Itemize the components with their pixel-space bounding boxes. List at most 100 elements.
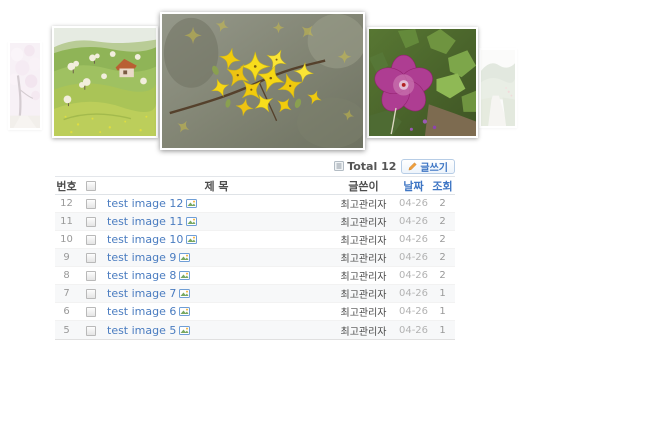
row-number: 7 [63, 288, 70, 299]
pencil-icon [408, 161, 417, 171]
carousel-image-purple-geranium[interactable] [367, 27, 478, 138]
post-title-link[interactable]: test image 12 [107, 197, 198, 210]
row-date: 04-26 [398, 234, 429, 245]
board-table: 번호 제 목 글쓴이 날짜 조회 12 test image 12 최고관리자 … [55, 176, 455, 340]
row-checkbox-cell [78, 215, 103, 228]
row-author: 최고관리자 [340, 308, 387, 319]
post-title-link[interactable]: test image 10 [107, 233, 198, 246]
table-row: 7 test image 7 최고관리자 04-26 1 [55, 285, 455, 303]
header-views-sort-link[interactable]: 조회 [432, 180, 452, 193]
board-toolbar: Total 12 글쓰기 [55, 158, 455, 174]
image-attachment-icon [179, 270, 191, 281]
row-checkbox[interactable] [85, 235, 96, 245]
post-title-text: test image 12 [107, 197, 184, 210]
row-date: 04-26 [398, 198, 429, 209]
row-title-cell: test image 12 [103, 197, 330, 210]
post-title-link[interactable]: test image 7 [107, 287, 191, 300]
row-date: 04-26 [398, 216, 429, 227]
row-checkbox[interactable] [85, 289, 96, 299]
header-date-sort-link[interactable]: 날짜 [403, 180, 423, 193]
table-row: 11 test image 11 최고관리자 04-26 2 [55, 213, 455, 231]
row-author: 최고관리자 [340, 218, 387, 229]
table-row: 8 test image 8 최고관리자 04-26 2 [55, 267, 455, 285]
row-views: 2 [439, 234, 446, 245]
row-title-cell: test image 9 [103, 251, 330, 264]
row-checkbox-cell [78, 269, 103, 282]
row-checkbox[interactable] [85, 271, 96, 281]
row-author: 최고관리자 [340, 236, 387, 247]
row-author: 최고관리자 [340, 200, 387, 211]
row-date: 04-26 [398, 306, 429, 317]
row-title-cell: test image 5 [103, 324, 330, 337]
gallery-board-page: Total 12 글쓰기 번호 제 목 글쓴이 날짜 조회 12 test im… [0, 0, 650, 435]
image-attachment-icon [186, 234, 198, 245]
row-checkbox-cell [78, 324, 103, 337]
post-title-text: test image 7 [107, 287, 177, 300]
row-number: 6 [63, 306, 70, 317]
image-attachment-icon [186, 216, 198, 227]
post-title-text: test image 8 [107, 269, 177, 282]
row-number: 11 [60, 216, 73, 227]
row-views: 1 [439, 288, 446, 299]
select-all-checkbox[interactable] [85, 181, 96, 191]
row-date: 04-26 [398, 324, 429, 336]
image-attachment-icon [179, 306, 191, 317]
row-author: 최고관리자 [340, 326, 387, 338]
row-checkbox[interactable] [85, 199, 96, 209]
header-title: 제 목 [204, 179, 229, 193]
carousel-image-pink-blossoms[interactable] [8, 41, 42, 130]
total-count-label: Total 12 [347, 159, 397, 173]
post-title-text: test image 10 [107, 233, 184, 246]
row-number: 9 [63, 252, 70, 263]
list-icon [334, 161, 345, 171]
row-checkbox-cell [78, 287, 103, 300]
row-author: 최고관리자 [340, 272, 387, 283]
carousel-image-forsythia-focused[interactable] [160, 12, 365, 150]
post-title-link[interactable]: test image 8 [107, 269, 191, 282]
row-author: 최고관리자 [340, 254, 387, 265]
post-title-link[interactable]: test image 6 [107, 305, 191, 318]
post-title-link[interactable]: test image 11 [107, 215, 198, 228]
row-checkbox[interactable] [85, 325, 96, 336]
board-list-section: Total 12 글쓰기 번호 제 목 글쓴이 날짜 조회 12 test im… [55, 158, 455, 340]
image-attachment-icon [179, 288, 191, 299]
post-title-text: test image 6 [107, 305, 177, 318]
row-number: 10 [60, 234, 73, 245]
table-row: 12 test image 12 최고관리자 04-26 2 [55, 195, 455, 213]
write-button-label: 글쓰기 [420, 162, 448, 174]
row-views: 2 [439, 252, 446, 263]
header-checkbox-cell [78, 179, 103, 192]
board-table-body: 12 test image 12 최고관리자 04-26 2 11 test i… [55, 195, 455, 339]
row-date: 04-26 [398, 270, 429, 281]
carousel-image-green-hills[interactable] [52, 26, 158, 138]
carousel-image-garden-path[interactable] [479, 48, 517, 128]
post-title-link[interactable]: test image 9 [107, 251, 191, 264]
row-date: 04-26 [398, 288, 429, 299]
row-number: 12 [60, 198, 73, 209]
row-checkbox-cell [78, 197, 103, 210]
write-post-button[interactable]: 글쓰기 [401, 158, 455, 174]
header-no: 번호 [56, 179, 77, 193]
row-checkbox-cell [78, 305, 103, 318]
total-count: Total 12 [334, 160, 396, 173]
row-views: 1 [439, 324, 446, 336]
row-date: 04-26 [398, 252, 429, 263]
row-number: 5 [63, 324, 70, 336]
garden-path-photo [481, 50, 515, 126]
row-number: 8 [63, 270, 70, 281]
purple-geranium-photo [369, 29, 476, 136]
forsythia-photo [162, 14, 363, 148]
table-row: 5 test image 5 최고관리자 04-26 1 [55, 321, 455, 339]
header-author: 글쓴이 [348, 179, 379, 193]
post-title-text: test image 9 [107, 251, 177, 264]
row-checkbox-cell [78, 233, 103, 246]
post-title-link[interactable]: test image 5 [107, 324, 191, 337]
row-views: 2 [439, 270, 446, 281]
row-checkbox-cell [78, 251, 103, 264]
row-checkbox[interactable] [85, 217, 96, 227]
row-views: 2 [439, 216, 446, 227]
green-hills-photo [54, 28, 156, 136]
row-checkbox[interactable] [85, 307, 96, 317]
row-checkbox[interactable] [85, 253, 96, 263]
table-row: 10 test image 10 최고관리자 04-26 2 [55, 231, 455, 249]
